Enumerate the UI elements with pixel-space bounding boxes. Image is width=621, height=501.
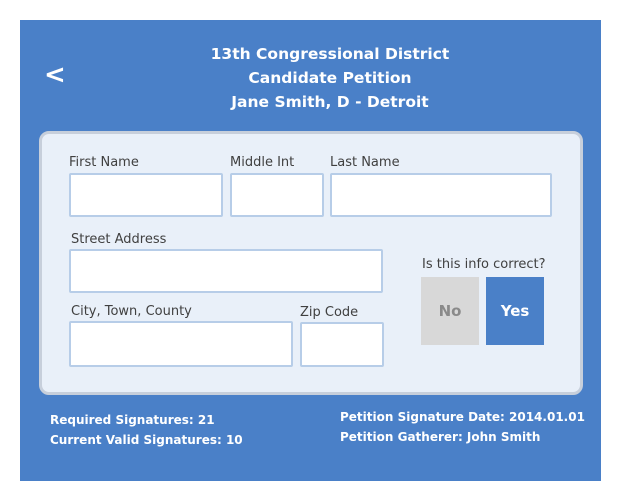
city-label: City, Town, County [71,304,192,319]
zip-code-field[interactable] [300,322,384,367]
district-title: 13th Congressional District [210,45,450,63]
petition-title: Candidate Petition [248,69,412,87]
street-address-field[interactable] [69,249,383,293]
candidate-title: Jane Smith, D - Detroit [231,93,429,111]
petition-signature-date: Petition Signature Date: 2014.01.01 [340,410,585,424]
no-button[interactable]: No [421,277,479,345]
current-valid-signatures: Current Valid Signatures: 10 [50,433,243,447]
last-name-field[interactable] [330,173,552,217]
required-signatures: Required Signatures: 21 [50,413,215,427]
first-name-field[interactable] [69,173,223,217]
confirm-question: Is this info correct? [422,257,546,272]
yes-button[interactable]: Yes [486,277,544,345]
petition-screen: < 13th Congressional District Candidate … [20,20,601,481]
middle-initial-label: Middle Int [230,155,295,170]
page-title: 13th Congressional District Candidate Pe… [140,42,520,114]
zip-code-label: Zip Code [300,305,359,320]
last-name-label: Last Name [330,155,400,170]
city-field[interactable] [69,321,293,367]
first-name-label: First Name [69,155,139,170]
back-button[interactable]: < [44,62,66,88]
street-address-label: Street Address [71,232,167,247]
petition-gatherer: Petition Gatherer: John Smith [340,430,541,444]
petition-info: Petition Signature Date: 2014.01.01 Peti… [340,407,585,447]
middle-initial-field[interactable] [230,173,324,217]
signature-counts: Required Signatures: 21 Current Valid Si… [50,410,243,450]
signer-form-card: First Name Middle Int Last Name Street A… [39,131,583,395]
